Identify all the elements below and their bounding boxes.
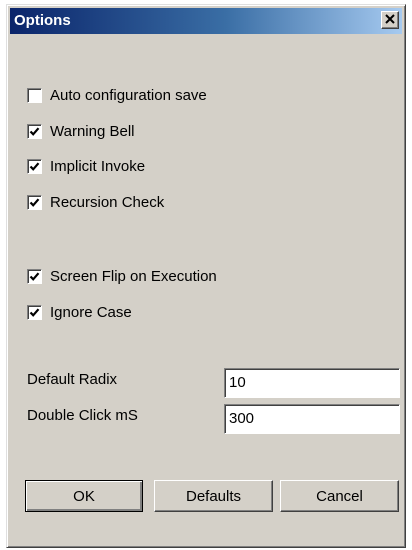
- options-dialog: Options Auto configuration save Warning …: [6, 4, 406, 548]
- dialog-title: Options: [14, 12, 71, 29]
- checkmark-icon: [29, 307, 40, 317]
- auto-config-save-checkbox[interactable]: [27, 87, 42, 103]
- warning-bell-checkbox[interactable]: [27, 123, 42, 139]
- double-click-label: Double Click mS: [27, 407, 138, 424]
- auto-config-save-row[interactable]: Auto configuration save: [27, 85, 207, 105]
- cancel-button[interactable]: Cancel: [280, 480, 399, 512]
- checkmark-icon: [29, 126, 40, 136]
- auto-config-save-label[interactable]: Auto configuration save: [50, 87, 207, 104]
- recursion-check-label[interactable]: Recursion Check: [50, 194, 164, 211]
- title-bar[interactable]: Options: [10, 8, 402, 34]
- ok-button[interactable]: OK: [25, 480, 143, 512]
- ignore-case-checkbox[interactable]: [27, 304, 42, 320]
- close-button[interactable]: [381, 11, 399, 29]
- implicit-invoke-checkbox[interactable]: [27, 158, 42, 174]
- recursion-check-checkbox[interactable]: [27, 194, 42, 210]
- screen-flip-checkbox[interactable]: [27, 268, 42, 284]
- warning-bell-label[interactable]: Warning Bell: [50, 123, 134, 140]
- ignore-case-label[interactable]: Ignore Case: [50, 304, 132, 321]
- default-radix-input[interactable]: 10: [224, 368, 400, 398]
- checkmark-icon: [29, 271, 40, 281]
- defaults-button[interactable]: Defaults: [154, 480, 273, 512]
- checkmark-icon: [29, 197, 40, 207]
- default-radix-label: Default Radix: [27, 371, 118, 388]
- screen-flip-label[interactable]: Screen Flip on Execution: [50, 268, 217, 285]
- implicit-invoke-row[interactable]: Implicit Invoke: [27, 156, 145, 176]
- close-icon: [385, 11, 395, 29]
- implicit-invoke-label[interactable]: Implicit Invoke: [50, 158, 145, 175]
- double-click-input[interactable]: 300: [224, 404, 400, 434]
- checkmark-icon: [29, 161, 40, 171]
- ignore-case-row[interactable]: Ignore Case: [27, 302, 132, 322]
- warning-bell-row[interactable]: Warning Bell: [27, 121, 134, 141]
- recursion-check-row[interactable]: Recursion Check: [27, 192, 164, 212]
- screen-flip-row[interactable]: Screen Flip on Execution: [27, 266, 217, 286]
